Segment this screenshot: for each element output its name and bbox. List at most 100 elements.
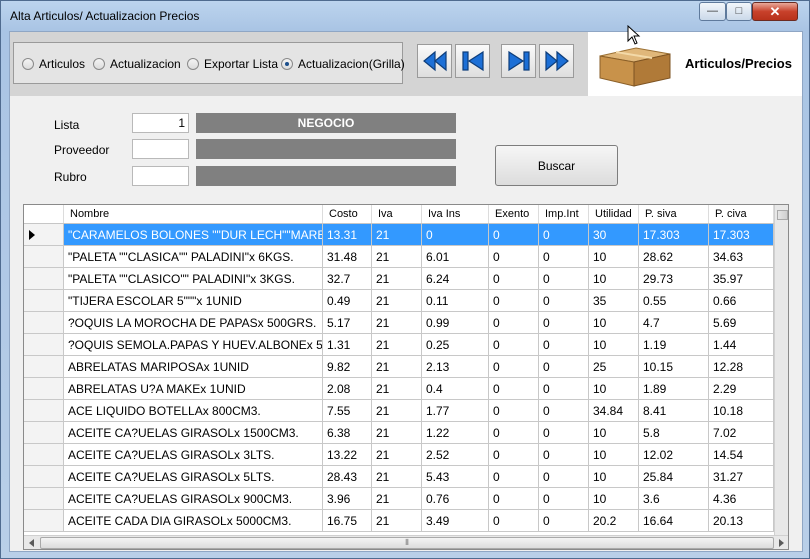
table-cell[interactable]: 0: [422, 224, 489, 245]
table-cell[interactable]: 32.7: [323, 268, 372, 289]
table-cell[interactable]: 10: [589, 378, 639, 399]
scroll-right-icon[interactable]: [779, 539, 784, 547]
table-cell[interactable]: 21: [372, 268, 422, 289]
table-cell[interactable]: 6.01: [422, 246, 489, 267]
table-cell[interactable]: 35.97: [709, 268, 774, 289]
vertical-scroll-thumb[interactable]: [777, 210, 788, 220]
table-cell[interactable]: 31.48: [323, 246, 372, 267]
table-cell[interactable]: 34.84: [589, 400, 639, 421]
price-grid[interactable]: Nombre Costo Iva Iva Ins Exento Imp.Int Utilid…: [23, 204, 789, 550]
table-cell[interactable]: 0: [539, 312, 589, 333]
table-cell[interactable]: 30: [589, 224, 639, 245]
table-cell[interactable]: 7.55: [323, 400, 372, 421]
table-cell[interactable]: 0: [489, 290, 539, 311]
table-cell[interactable]: 12.02: [639, 444, 709, 465]
column-header[interactable]: Iva: [372, 205, 422, 223]
buscar-button[interactable]: Buscar: [495, 145, 618, 186]
table-row[interactable]: ACE LIQUIDO BOTELLAx 800CM3. 7.55 21 1.77 0 0…: [24, 400, 774, 422]
table-cell[interactable]: 21: [372, 488, 422, 509]
table-cell[interactable]: 0: [489, 510, 539, 531]
table-cell[interactable]: 3.6: [639, 488, 709, 509]
table-cell[interactable]: 3.96: [323, 488, 372, 509]
table-cell[interactable]: 4.36: [709, 488, 774, 509]
table-cell[interactable]: 0.99: [422, 312, 489, 333]
table-cell[interactable]: ACEITE CA?UELAS GIRASOLx 5LTS.: [64, 466, 323, 487]
table-cell[interactable]: 10: [589, 488, 639, 509]
table-cell[interactable]: 29.73: [639, 268, 709, 289]
table-cell[interactable]: 1.77: [422, 400, 489, 421]
table-cell[interactable]: "CARAMELOS BOLONES ""DUR LECH""MAREN...: [64, 224, 323, 245]
table-cell[interactable]: 13.22: [323, 444, 372, 465]
row-header[interactable]: [24, 466, 64, 487]
table-cell[interactable]: 10.15: [639, 356, 709, 377]
table-cell[interactable]: 0: [539, 510, 589, 531]
table-cell[interactable]: 10: [589, 246, 639, 267]
table-cell[interactable]: 0: [489, 422, 539, 443]
table-cell[interactable]: 0: [539, 246, 589, 267]
row-header[interactable]: [24, 444, 64, 465]
table-cell[interactable]: 10: [589, 444, 639, 465]
maximize-button[interactable]: □: [726, 2, 752, 21]
table-cell[interactable]: 21: [372, 466, 422, 487]
nav-first-button[interactable]: [455, 44, 490, 78]
table-cell[interactable]: 28.43: [323, 466, 372, 487]
row-header[interactable]: [24, 488, 64, 509]
table-cell[interactable]: ACEITE CADA DIA GIRASOLx 5000CM3.: [64, 510, 323, 531]
table-cell[interactable]: 16.75: [323, 510, 372, 531]
table-cell[interactable]: 21: [372, 400, 422, 421]
table-cell[interactable]: 0.49: [323, 290, 372, 311]
rubro-input[interactable]: [132, 166, 189, 186]
radio-indicator[interactable]: [22, 58, 34, 70]
table-cell[interactable]: 14.54: [709, 444, 774, 465]
scroll-left-icon[interactable]: [29, 539, 34, 547]
radio-articulos[interactable]: Articulos: [22, 57, 85, 71]
table-cell[interactable]: ACE LIQUIDO BOTELLAx 800CM3.: [64, 400, 323, 421]
table-row[interactable]: "PALETA ""CLASICO"" PALADINI"x 3KGS. 32.7…: [24, 268, 774, 290]
table-cell[interactable]: 8.41: [639, 400, 709, 421]
nav-fast-forward-button[interactable]: [539, 44, 574, 78]
table-cell[interactable]: 25.84: [639, 466, 709, 487]
table-cell[interactable]: 2.08: [323, 378, 372, 399]
table-cell[interactable]: 0: [489, 312, 539, 333]
table-cell[interactable]: 13.31: [323, 224, 372, 245]
vertical-scrollbar[interactable]: [774, 205, 788, 535]
table-cell[interactable]: 0.11: [422, 290, 489, 311]
table-cell[interactable]: 10: [589, 422, 639, 443]
radio-indicator[interactable]: [187, 58, 199, 70]
table-cell[interactable]: 1.22: [422, 422, 489, 443]
close-button[interactable]: ✕: [752, 2, 798, 21]
table-row[interactable]: "PALETA ""CLASICA"" PALADINI"x 6KGS. 31.4…: [24, 246, 774, 268]
table-row[interactable]: ACEITE CA?UELAS GIRASOLx 3LTS. 13.22 21 2.5…: [24, 444, 774, 466]
table-cell[interactable]: 0: [489, 224, 539, 245]
table-cell[interactable]: 2.13: [422, 356, 489, 377]
table-cell[interactable]: "PALETA ""CLASICA"" PALADINI"x 6KGS.: [64, 246, 323, 267]
table-cell[interactable]: 1.31: [323, 334, 372, 355]
radio-actualizacion-grilla[interactable]: Actualizacion(Grilla): [281, 57, 405, 71]
table-cell[interactable]: 21: [372, 378, 422, 399]
horizontal-scroll-thumb[interactable]: ⦀: [40, 537, 774, 549]
column-header[interactable]: Utilidad: [589, 205, 639, 223]
table-cell[interactable]: 25: [589, 356, 639, 377]
table-row[interactable]: ACEITE CADA DIA GIRASOLx 5000CM3. 16.75 21…: [24, 510, 774, 532]
table-cell[interactable]: 3.49: [422, 510, 489, 531]
table-cell[interactable]: 0: [489, 378, 539, 399]
table-row[interactable]: ACEITE CA?UELAS GIRASOLx 900CM3. 3.96 21 0.…: [24, 488, 774, 510]
column-header[interactable]: Iva Ins: [422, 205, 489, 223]
table-cell[interactable]: 21: [372, 246, 422, 267]
column-header[interactable]: Costo: [323, 205, 372, 223]
table-cell[interactable]: 0: [489, 466, 539, 487]
table-cell[interactable]: 9.82: [323, 356, 372, 377]
table-cell[interactable]: 6.38: [323, 422, 372, 443]
row-header[interactable]: [24, 378, 64, 399]
table-cell[interactable]: 0.66: [709, 290, 774, 311]
table-cell[interactable]: 21: [372, 422, 422, 443]
table-row[interactable]: ?OQUIS SEMOLA.PAPAS Y HUEV.ALBONEx 500..…: [24, 334, 774, 356]
table-cell[interactable]: 0: [489, 268, 539, 289]
proveedor-input[interactable]: [132, 139, 189, 159]
table-cell[interactable]: 0: [539, 444, 589, 465]
row-header[interactable]: [24, 334, 64, 355]
table-cell[interactable]: 0.76: [422, 488, 489, 509]
table-cell[interactable]: 10.18: [709, 400, 774, 421]
table-cell[interactable]: ABRELATAS U?A MAKEx 1UNID: [64, 378, 323, 399]
table-cell[interactable]: 0: [489, 444, 539, 465]
